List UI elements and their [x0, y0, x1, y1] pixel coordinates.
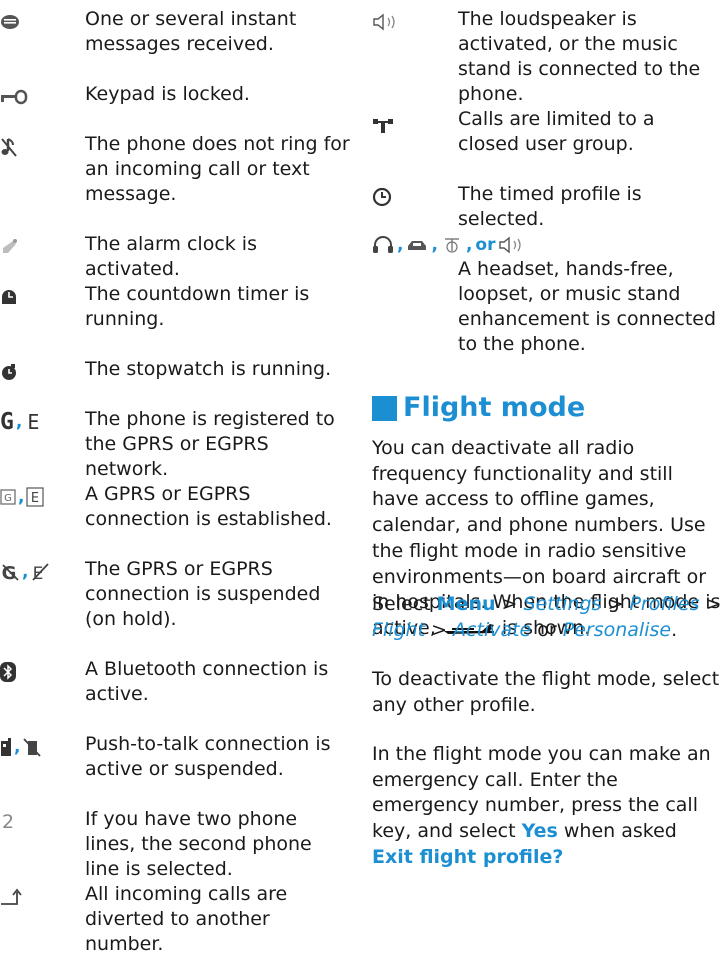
list-item-text: The alarm clock is activated.: [85, 233, 257, 280]
separator: ,: [22, 562, 29, 582]
alarm-bell-icon: [0, 236, 18, 258]
ptt-icons: ,: [0, 736, 42, 758]
silent-note-icon: [0, 136, 18, 158]
list-item-text: A Bluetooth connection is active.: [85, 658, 329, 705]
list-item: The timed profile is selected.: [372, 182, 723, 230]
closed-group-icon: [372, 115, 394, 137]
list-item-text: The countdown timer is running.: [85, 283, 310, 330]
list-item-text: The timed profile is selected.: [458, 183, 642, 230]
boxed-g-icon: G: [0, 489, 16, 505]
paragraph-emergency: In the flight mode you can make an emerg…: [372, 743, 711, 868]
list-item-text: All incoming calls are diverted to anoth…: [85, 883, 288, 955]
list-item: The alarm clock is activated.: [0, 232, 350, 280]
list-item: All incoming calls are diverted to anoth…: [0, 882, 350, 955]
svg-text:E: E: [31, 491, 39, 506]
loopset-icon: [444, 238, 459, 253]
settings-link[interactable]: Settings: [524, 593, 602, 615]
paragraph-select: Select Menu > Settings > Profiles > Flig…: [372, 593, 722, 641]
ptt-active-icon: [1, 738, 11, 756]
list-item-text: A GPRS or EGPRS connection is establishe…: [85, 483, 332, 530]
divert-arrow-icon: [0, 886, 26, 908]
list-item: Keypad is locked.: [0, 82, 350, 108]
list-item-text: The stopwatch is running.: [85, 358, 332, 380]
list-item: , Push-to-talk connection is active or s…: [0, 732, 350, 784]
list-item: The phone does not ring for an incoming …: [0, 132, 350, 209]
enhancement-text: A headset, hands-free, loopset, or music…: [458, 258, 717, 355]
line-2-icon: 2: [2, 811, 15, 833]
flight-link[interactable]: Flight: [372, 619, 425, 641]
gprs-registered-icons: G , E: [0, 409, 40, 435]
boxed-e-icon: E: [26, 487, 45, 507]
enhancement-icons: , , , or: [372, 232, 528, 258]
gprs-suspended-icons: G , E: [0, 561, 50, 583]
gprs-g-icon: G: [0, 409, 14, 435]
separator: ,: [465, 235, 473, 255]
heading-title: Flight mode: [403, 392, 586, 423]
heading-square-icon: [372, 395, 397, 421]
list-item: One or several instant messages received…: [0, 7, 350, 59]
list-item-text: Push-to-talk connection is active or sus…: [85, 733, 331, 780]
or-label: or: [475, 235, 496, 255]
loudspeaker-icon: [372, 11, 402, 33]
list-item: A Bluetooth connection is active.: [0, 657, 350, 709]
list-item: G , E A GPRS or EGPRS connection is esta…: [0, 482, 350, 534]
separator: ,: [15, 412, 23, 432]
music-stand-icon: [499, 236, 522, 254]
exit-flight-profile-label: Exit flight profile?: [372, 845, 564, 868]
list-item-text: Calls are limited to a closed user group…: [458, 108, 655, 155]
timed-profile-icon: [372, 186, 392, 208]
list-item: Calls are limited to a closed user group…: [372, 107, 723, 159]
suspended-g-icon: G: [2, 563, 19, 582]
instant-message-icon: [0, 11, 20, 33]
list-item-text: The phone is registered to the GPRS or E…: [85, 408, 335, 480]
countdown-timer-icon: [0, 286, 18, 308]
headset-icon: [373, 236, 393, 253]
list-item-text: If you have two phone lines, the second …: [85, 808, 312, 880]
ptt-suspended-icon: [23, 738, 42, 757]
list-item-text: The GPRS or EGPRS connection is suspende…: [85, 558, 321, 630]
separator: ,: [431, 235, 438, 255]
list-item-text: Keypad is locked.: [85, 83, 250, 105]
suspended-e-icon: E: [32, 563, 50, 582]
list-item-text: One or several instant messages received…: [85, 8, 297, 55]
enhancement-item: , , , or A headset, hands-free, loopset,…: [372, 232, 723, 362]
separator: ,: [18, 487, 25, 507]
egprs-e-icon: E: [27, 410, 40, 434]
personalise-link[interactable]: Personalise: [563, 619, 671, 641]
list-item: The loudspeaker is activated, or the mus…: [372, 7, 723, 105]
handsfree-car-icon: [408, 241, 427, 250]
list-item-text: The loudspeaker is activated, or the mus…: [458, 8, 701, 105]
list-item-text: The phone does not ring for an incoming …: [85, 133, 350, 205]
list-item: 2 If you have two phone lines, the secon…: [0, 807, 350, 884]
stopwatch-icon: [0, 361, 18, 383]
gprs-connection-icons: G , E: [0, 486, 45, 508]
list-item: The stopwatch is running.: [0, 357, 350, 383]
activate-link[interactable]: Activate: [453, 619, 531, 641]
menu-link[interactable]: Menu: [437, 593, 496, 615]
separator: ,: [14, 737, 21, 757]
yes-label: Yes: [521, 820, 558, 843]
list-item: The countdown timer is running.: [0, 282, 350, 334]
list-item: G , E The GPRS or EGPRS connection is su…: [0, 557, 350, 634]
list-item: G , E The phone is registered to the GPR…: [0, 407, 350, 480]
bluetooth-icon: [0, 661, 16, 683]
section-heading: Flight mode: [372, 392, 585, 424]
separator: ,: [397, 235, 404, 255]
profiles-link[interactable]: Profiles: [629, 593, 699, 615]
svg-text:G: G: [4, 493, 12, 504]
paragraph-deactivate: To deactivate the flight mode, select an…: [372, 668, 720, 716]
key-locked-icon: [0, 86, 28, 108]
